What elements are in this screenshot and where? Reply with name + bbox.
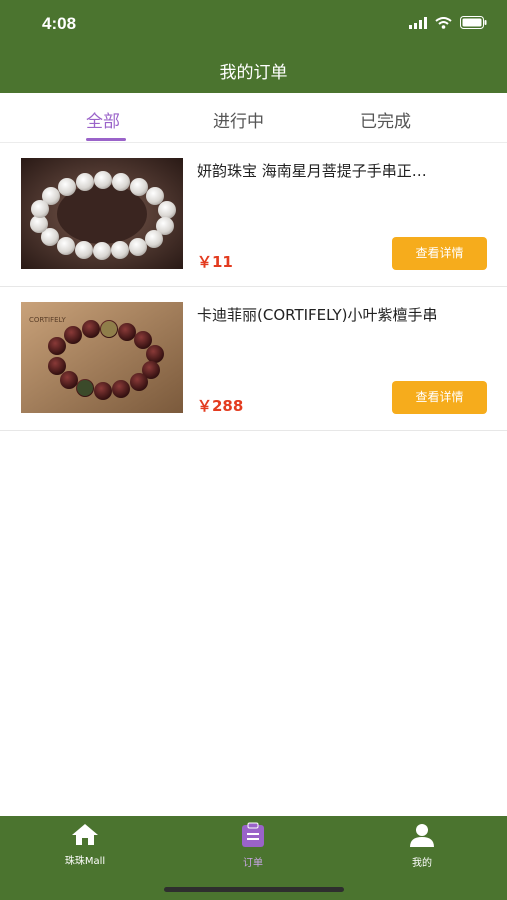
order-item[interactable]: 妍韵珠宝 海南星月菩提子手串正… ￥11 查看详情	[0, 143, 507, 287]
app-header: 4:08 我的订单	[0, 0, 507, 93]
order-tabs: 全部 进行中 已完成	[0, 93, 507, 143]
nav-item-orders[interactable]: 订单	[193, 822, 313, 869]
nav-label-home: 珠珠Mall	[64, 856, 106, 867]
nav-item-profile[interactable]: 我的	[362, 822, 482, 869]
clipboard-icon	[242, 822, 264, 847]
tab-completed[interactable]: 已完成	[360, 107, 411, 132]
tab-all[interactable]: 全部	[86, 107, 120, 132]
nav-label-orders: 订单	[243, 858, 263, 869]
product-name: 卡迪菲丽(CORTIFELY)小叶紫檀手串	[197, 306, 438, 324]
page-title: 我的订单	[219, 63, 288, 83]
home-indicator	[164, 887, 344, 892]
home-icon	[72, 824, 98, 845]
view-details-button[interactable]: 查看详情	[392, 237, 487, 270]
nav-item-home[interactable]: 珠珠Mall	[25, 822, 145, 867]
wifi-icon	[435, 16, 452, 29]
status-bar: 4:08	[0, 0, 507, 50]
product-name: 妍韵珠宝 海南星月菩提子手串正…	[197, 162, 427, 180]
nav-label-profile: 我的	[412, 858, 432, 869]
tab-in-progress[interactable]: 进行中	[213, 107, 264, 132]
product-image[interactable]	[21, 158, 183, 269]
svg-text:CORTIFELY: CORTIFELY	[29, 316, 67, 324]
battery-icon	[460, 16, 487, 29]
user-icon	[410, 824, 434, 847]
status-time: 4:08	[42, 14, 77, 33]
product-price: ￥288	[197, 397, 244, 415]
order-item[interactable]: CORTIFELY 卡迪菲丽(CORTIFELY)小叶紫檀手串 ￥288 查看详…	[0, 287, 507, 431]
product-image[interactable]: CORTIFELY	[21, 302, 183, 413]
signal-icon	[409, 16, 427, 29]
product-price: ￥11	[197, 253, 233, 271]
active-tab-indicator	[86, 138, 126, 141]
view-details-button[interactable]: 查看详情	[392, 381, 487, 414]
system-icons	[409, 16, 487, 29]
